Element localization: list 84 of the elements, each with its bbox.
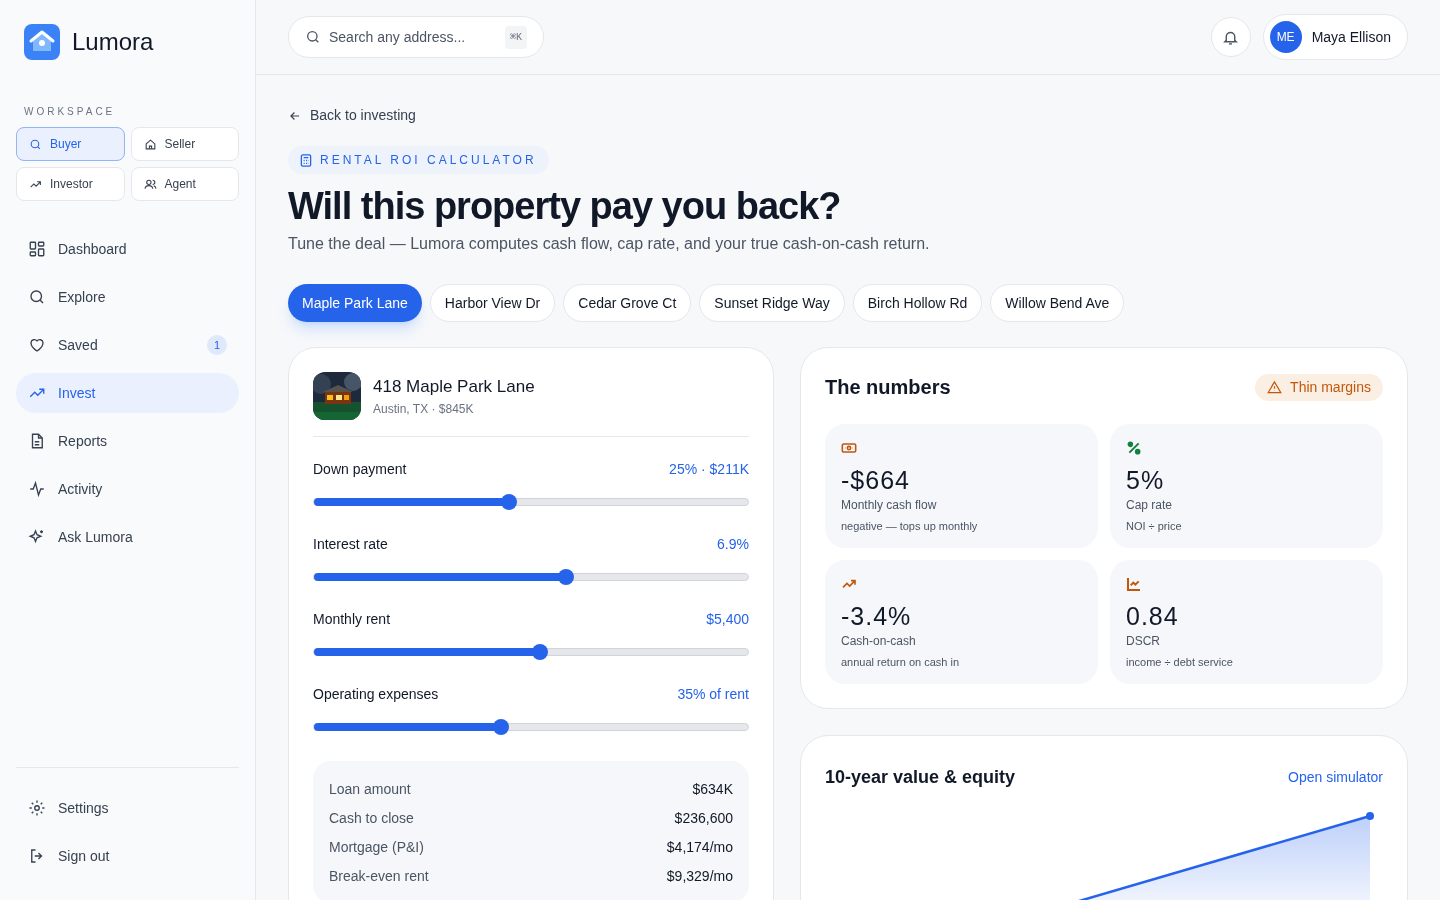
property-tab[interactable]: Birch Hollow Rd xyxy=(852,284,983,322)
slider-reading: 25% · $211K xyxy=(669,460,749,479)
search-field[interactable]: Search any address... ⌘K xyxy=(288,16,544,58)
summary-label: Mortgage (P&I) xyxy=(329,838,424,857)
back-link[interactable]: Back to investing xyxy=(288,105,416,126)
metric-label: Cap rate xyxy=(1126,497,1174,514)
slider-label: Monthly rent xyxy=(313,610,391,629)
metric-note: income ÷ debt service xyxy=(1126,655,1234,670)
property-tab[interactable]: Cedar Grove Ct xyxy=(563,284,692,322)
user-menu-button[interactable]: ME Maya Ellison xyxy=(1262,14,1408,60)
slider-label: Down payment xyxy=(313,460,407,479)
slider-reading: 35% of rent xyxy=(677,685,749,704)
metric-note: negative — tops up monthly xyxy=(841,519,979,534)
summary-value: $634K xyxy=(692,780,733,799)
search-icon xyxy=(305,29,321,45)
property-tab[interactable]: Maple Park Lane xyxy=(288,284,422,322)
metric-note: annual return on cash in xyxy=(841,655,961,670)
workspace-role-button[interactable]: Seller xyxy=(130,127,239,161)
notifications-button[interactable] xyxy=(1210,17,1251,57)
nav-item[interactable]: Sign out xyxy=(16,836,239,876)
card-title: The numbers xyxy=(825,375,951,400)
metric-value: -3.4% xyxy=(841,601,913,632)
gear-icon xyxy=(28,799,46,817)
count-badge: 1 xyxy=(207,335,227,355)
user-avatar: ME xyxy=(1269,21,1302,53)
open-simulator-link[interactable]: Open simulator xyxy=(1288,767,1383,788)
heart-icon xyxy=(28,336,46,354)
summary-value: $236,600 xyxy=(674,809,733,828)
workspace-role-button[interactable]: Investor xyxy=(16,167,125,201)
summary-value: $9,329/mo xyxy=(666,867,733,886)
users-icon xyxy=(143,177,157,191)
metric-note: NOI ÷ price xyxy=(1126,519,1183,534)
user-name: Maya Ellison xyxy=(1311,27,1391,47)
property-tab[interactable]: Harbor View Dr xyxy=(429,284,556,322)
slider-thumb[interactable] xyxy=(531,644,548,660)
slider-reading: $5,400 xyxy=(706,610,749,629)
metric-value: -$664 xyxy=(841,465,911,496)
metric-label: Cash-on-cash xyxy=(841,633,917,650)
section-label: WORKSPACE xyxy=(23,105,117,119)
shortcut-key: ⌘K xyxy=(504,25,527,49)
search-icon xyxy=(28,288,46,306)
nav-item[interactable]: Ask Lumora xyxy=(16,517,239,557)
metric-label: Monthly cash flow xyxy=(841,497,938,514)
workspace-role-button[interactable]: Agent xyxy=(130,167,239,201)
nav-item[interactable]: Explore xyxy=(16,277,239,317)
slider-thumb[interactable] xyxy=(492,719,509,735)
summary-label: Loan amount xyxy=(329,780,411,799)
card-title: 10-year value & equity xyxy=(825,766,1016,789)
property-name: 418 Maple Park Lane xyxy=(373,376,535,399)
property-tab[interactable]: Sunset Ridge Way xyxy=(699,284,845,322)
calculator-icon xyxy=(300,153,312,167)
category-badge: RENTAL ROI CALCULATOR xyxy=(288,146,549,174)
brand-name: Lumora xyxy=(72,27,154,57)
nav-item[interactable]: Dashboard xyxy=(16,229,239,269)
property-tab[interactable]: Willow Bend Ave xyxy=(990,284,1125,322)
grid-icon xyxy=(28,240,46,258)
property-meta: Austin, TX · $845K xyxy=(373,400,475,418)
summary-value: $4,174/mo xyxy=(666,838,733,857)
metric-value: 5% xyxy=(1126,465,1166,496)
nav-item[interactable]: Saved 1 xyxy=(16,325,239,365)
search-input[interactable]: Search any address... xyxy=(329,26,497,48)
workspace-role-button[interactable]: Buyer xyxy=(16,127,125,161)
slider-label: Operating expenses xyxy=(313,685,439,704)
slider-thumb[interactable] xyxy=(557,569,574,585)
slider-reading: 6.9% xyxy=(717,535,749,554)
metric-value: 0.84 xyxy=(1126,601,1180,632)
logo-icon xyxy=(24,24,60,60)
page-title: Will this property pay you back? xyxy=(288,184,842,229)
sparkles-icon xyxy=(28,528,46,546)
nav-item[interactable]: Reports xyxy=(16,421,239,461)
nav-item[interactable]: Settings xyxy=(16,788,239,828)
warning-icon xyxy=(1267,379,1283,395)
nav-item[interactable]: Activity xyxy=(16,469,239,509)
nav-item[interactable]: Invest xyxy=(16,373,239,413)
slider-label: Interest rate xyxy=(313,535,388,554)
summary-label: Break-even rent xyxy=(329,867,429,886)
page-subtitle: Tune the deal — Lumora computes cash flow, cap rate, and your true cash-on-cash return. xyxy=(288,234,931,254)
activity-icon xyxy=(28,480,46,498)
search-icon xyxy=(29,137,42,151)
summary-label: Cash to close xyxy=(329,809,414,828)
house-icon xyxy=(143,137,157,151)
warning-badge: Thin margins xyxy=(1255,373,1383,401)
metric-label: DSCR xyxy=(1126,633,1161,650)
slider-thumb[interactable] xyxy=(501,494,518,510)
